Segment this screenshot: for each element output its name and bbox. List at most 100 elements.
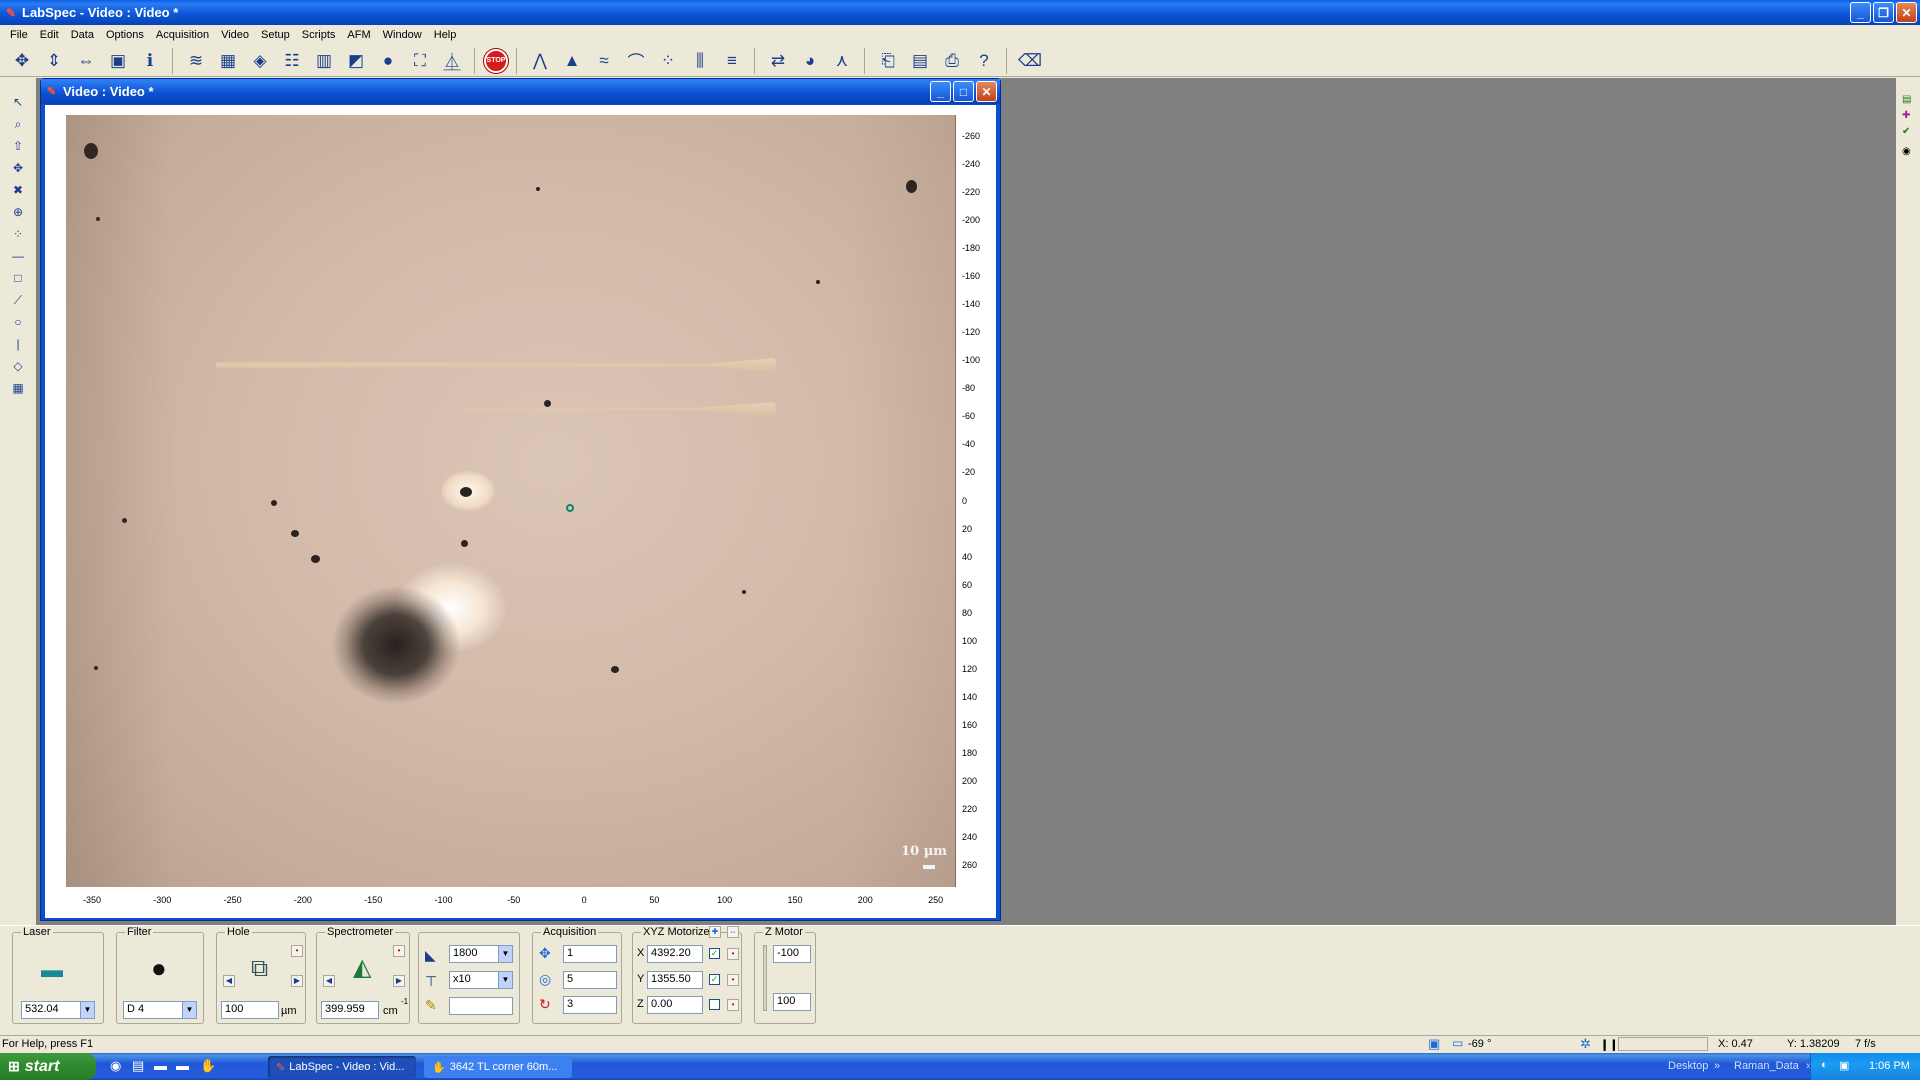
context-help-icon[interactable]: ?: [970, 48, 998, 74]
line-h-icon[interactable]: —: [9, 248, 27, 264]
z-position-input[interactable]: 0.00: [647, 996, 703, 1014]
triangle-icon[interactable]: ⏅: [438, 48, 466, 74]
spectrum-compare-icon[interactable]: ⋏: [828, 48, 856, 74]
browser-icon[interactable]: ◉: [110, 1058, 126, 1074]
hole-decrease-button[interactable]: ◀: [223, 975, 235, 987]
folder-icon[interactable]: ▬: [176, 1058, 192, 1074]
menu-file[interactable]: File: [4, 29, 34, 41]
chevron-down-icon[interactable]: ▼: [498, 946, 512, 962]
palette-icon[interactable]: ◕: [796, 48, 824, 74]
menu-window[interactable]: Window: [377, 29, 428, 41]
hole-reset-icon[interactable]: •: [291, 945, 303, 957]
open-icon[interactable]: ⎗: [874, 48, 902, 74]
scatter-icon[interactable]: ⁘: [654, 48, 682, 74]
move-icon[interactable]: ✥: [9, 160, 27, 176]
save-icon[interactable]: ▤: [906, 48, 934, 74]
z-motor-bottom-input[interactable]: 100: [773, 993, 811, 1011]
spectrum-view-icon[interactable]: ⋀: [526, 48, 554, 74]
sphere-icon[interactable]: ●: [374, 48, 402, 74]
spectra-stack-icon[interactable]: ≡: [718, 48, 746, 74]
spectrometer-reset-icon[interactable]: •: [393, 945, 405, 957]
microscope-video-image[interactable]: 10 µm: [66, 115, 956, 887]
circle-icon[interactable]: ○: [9, 314, 27, 330]
show-desktop-icon[interactable]: ▤: [132, 1058, 148, 1074]
status-chart-icon[interactable]: ▣: [1428, 1036, 1440, 1052]
objective-select[interactable]: x10 ▼: [449, 971, 513, 989]
peak-icon[interactable]: ▲: [558, 48, 586, 74]
chevron-down-icon[interactable]: ▼: [182, 1002, 196, 1018]
hole-input[interactable]: 100: [221, 1001, 279, 1019]
status-pause-icon[interactable]: ❙❙: [1600, 1038, 1618, 1051]
close-button[interactable]: ✕: [1896, 2, 1917, 23]
menu-setup[interactable]: Setup: [255, 29, 296, 41]
transform-icon[interactable]: ⇄: [764, 48, 792, 74]
spectrometer-input[interactable]: 399.959: [321, 1001, 379, 1019]
toolbar-link-desktop[interactable]: Desktop: [1668, 1060, 1708, 1072]
spectrum-acquire-icon[interactable]: ≋: [182, 48, 210, 74]
menu-data[interactable]: Data: [65, 29, 100, 41]
toolbar-chevron-icon[interactable]: »: [1714, 1060, 1720, 1072]
app-shortcut-icon[interactable]: ✋: [200, 1058, 216, 1074]
area-map-icon[interactable]: ▥: [310, 48, 338, 74]
menu-video[interactable]: Video: [215, 29, 255, 41]
line-map-icon[interactable]: ☷: [278, 48, 306, 74]
chevron-down-icon[interactable]: ▼: [498, 972, 512, 988]
pointer-icon[interactable]: ↖: [9, 94, 27, 110]
align-icon[interactable]: ⇔: [72, 48, 100, 74]
video-snapshot-icon[interactable]: ▣: [104, 48, 132, 74]
laser-select[interactable]: 532.04 ▼: [21, 1001, 95, 1019]
filter-wheel-icon[interactable]: ●: [151, 953, 167, 984]
line-diag-icon[interactable]: ⟋: [9, 292, 27, 308]
zoom-icon[interactable]: ⌕: [9, 116, 27, 132]
z-motor-slider[interactable]: [763, 945, 767, 1011]
menu-acquisition[interactable]: Acquisition: [150, 29, 215, 41]
spectrometer-increase-button[interactable]: ▶: [393, 975, 405, 987]
xyz-range-icon[interactable]: ⇔: [727, 926, 739, 938]
menu-scripts[interactable]: Scripts: [296, 29, 342, 41]
check-icon[interactable]: ✔: [1902, 126, 1914, 138]
filter-select[interactable]: D 4 ▼: [123, 1001, 197, 1019]
video-minimize-button[interactable]: _: [930, 81, 951, 102]
menu-options[interactable]: Options: [100, 29, 150, 41]
taskbar-item-labspec[interactable]: ✎ LabSpec - Video : Vid...: [268, 1056, 416, 1078]
points-icon[interactable]: ⁘: [9, 226, 27, 242]
camera-icon[interactable]: ◉: [1902, 146, 1914, 158]
x-reset-icon[interactable]: •: [727, 948, 739, 960]
restore-button[interactable]: ❐: [1873, 2, 1894, 23]
x-enabled-checkbox[interactable]: ✓: [709, 948, 720, 959]
map-grid-icon[interactable]: ▦: [214, 48, 242, 74]
menu-help[interactable]: Help: [428, 29, 463, 41]
tray-app-icon[interactable]: ▣: [1839, 1059, 1849, 1072]
xyz-move-icon[interactable]: ✚: [709, 926, 721, 938]
y-reset-icon[interactable]: •: [727, 974, 739, 986]
grating-select[interactable]: 1800 ▼: [449, 945, 513, 963]
hole-increase-button[interactable]: ▶: [291, 975, 303, 987]
polygon-icon[interactable]: ◇: [9, 358, 27, 374]
y-enabled-checkbox[interactable]: ✓: [709, 974, 720, 985]
pan-icon[interactable]: ⇧: [9, 138, 27, 154]
fit-icon[interactable]: ⌒: [622, 48, 650, 74]
stop-button[interactable]: STOP: [484, 48, 508, 73]
video-maximize-button[interactable]: □: [953, 81, 974, 102]
move-stage-icon[interactable]: ✥: [8, 48, 36, 74]
spectrometer-decrease-button[interactable]: ◀: [323, 975, 335, 987]
taskbar-item-image[interactable]: ✋ 3642 TL corner 60m...: [424, 1056, 572, 1078]
laser-spot-marker[interactable]: [566, 504, 574, 512]
minimize-button[interactable]: _: [1850, 2, 1871, 23]
doc-icon[interactable]: ▤: [1902, 94, 1914, 106]
accumulation-input[interactable]: 5: [563, 971, 617, 989]
extra-input[interactable]: [449, 997, 513, 1015]
z-enabled-checkbox[interactable]: [709, 999, 720, 1010]
image-map-icon[interactable]: ◩: [342, 48, 370, 74]
trash-icon[interactable]: ⌫: [1016, 48, 1044, 74]
laser-icon[interactable]: ▬: [41, 957, 63, 983]
target-icon[interactable]: ⊕: [9, 204, 27, 220]
info-icon[interactable]: ℹ: [136, 48, 164, 74]
menu-edit[interactable]: Edit: [34, 29, 65, 41]
rectangle-icon[interactable]: □: [9, 270, 27, 286]
fish-icon[interactable]: ◈: [246, 48, 274, 74]
x-position-input[interactable]: 4392.20: [647, 945, 703, 963]
folder-icon[interactable]: ▬: [154, 1058, 170, 1074]
menu-afm[interactable]: AFM: [341, 29, 376, 41]
zoom-fit-icon[interactable]: ⛶: [406, 48, 434, 74]
